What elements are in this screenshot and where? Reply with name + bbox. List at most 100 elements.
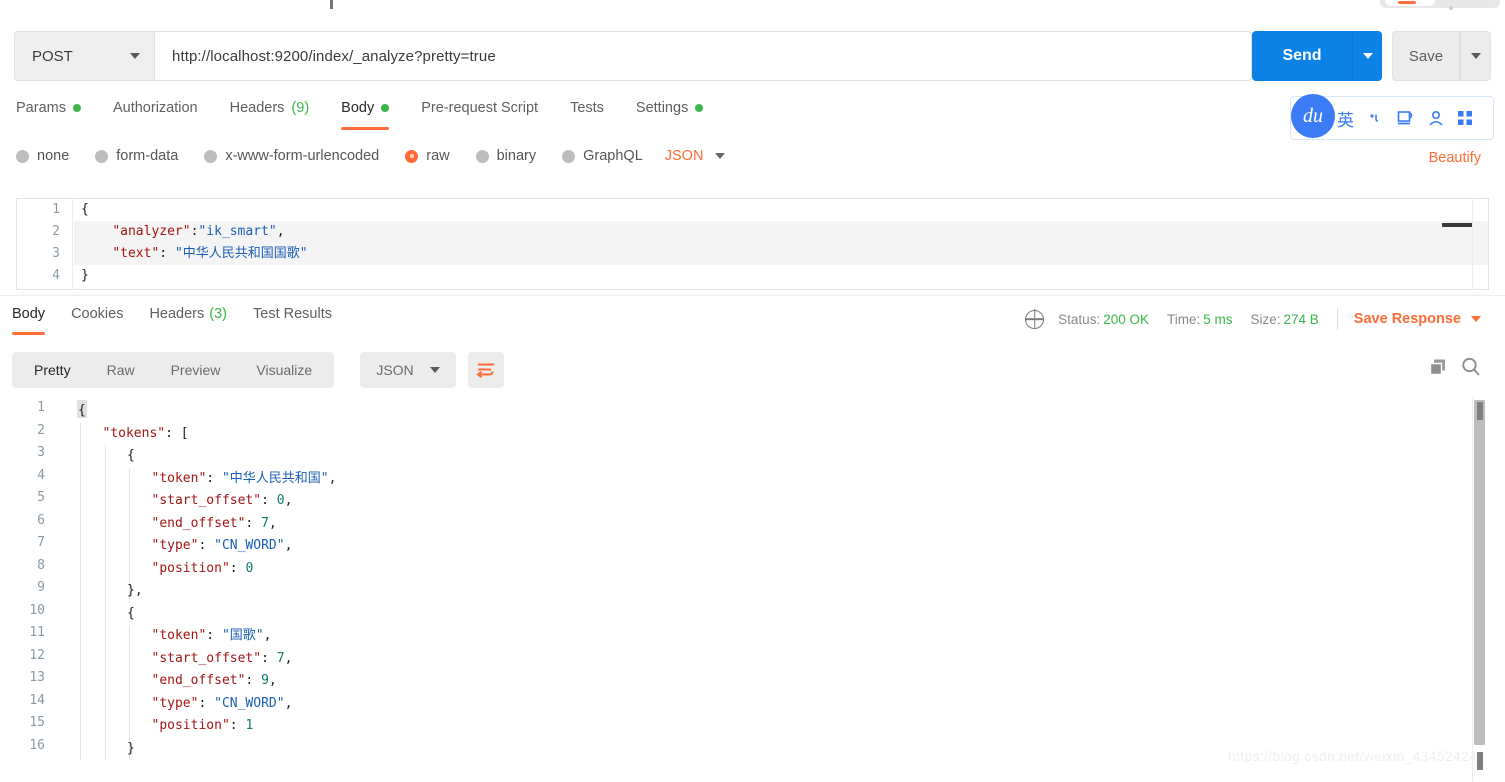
view-mode-visualize[interactable]: Visualize <box>238 356 330 384</box>
code-token: , <box>284 695 293 711</box>
code-token: "start_offset" <box>151 493 262 508</box>
size-label: Size: 274 B <box>1251 312 1319 327</box>
code-token: , <box>284 538 293 553</box>
request-tab-body[interactable]: Body <box>341 100 390 130</box>
text-cursor <box>330 0 333 9</box>
code-token: , <box>328 470 337 486</box>
response-tab-test-results[interactable]: Test Results <box>253 306 332 332</box>
baidu-translate-logo[interactable]: du <box>1291 94 1335 138</box>
body-type-raw[interactable]: raw <box>405 148 450 164</box>
code-token: : <box>198 695 215 711</box>
scrollbar-thumb-top[interactable] <box>1477 402 1483 420</box>
body-type-form-data[interactable]: form-data <box>95 148 178 164</box>
request-tab-tests[interactable]: Tests <box>570 100 604 126</box>
request-editor-gutter: 1 2 3 4 <box>17 199 73 289</box>
status-label: Status: 200 OK <box>1058 312 1149 327</box>
modified-indicator-dot <box>381 104 390 112</box>
line-number: 1 <box>52 202 60 217</box>
send-options-button[interactable] <box>1352 31 1382 81</box>
code-token: : <box>245 673 262 688</box>
copy-icon[interactable] <box>1428 357 1449 383</box>
size-label-text: Size: <box>1250 311 1281 327</box>
request-tab-authorization[interactable]: Authorization <box>113 100 198 126</box>
tab-count: (3) <box>209 306 227 322</box>
tab-label: Body <box>341 100 375 116</box>
active-tab-underline <box>341 127 390 130</box>
meta-divider <box>1336 308 1338 330</box>
response-scrollbar[interactable] <box>1474 400 1485 745</box>
line-number: 12 <box>29 647 45 663</box>
body-type-graphql[interactable]: GraphQL <box>562 148 643 164</box>
request-body-editor[interactable]: 1234 { "analyzer":"ik_smart", "text": "中… <box>16 198 1489 290</box>
code-token: "国歌" <box>221 628 264 643</box>
response-body-viewer[interactable]: 1 {2 "tokens": [3 {4 "token": "中华人民共和国", 5 "st… <box>0 398 1505 782</box>
search-icon[interactable] <box>1460 356 1482 383</box>
time-value: 5 ms <box>1203 311 1233 327</box>
word-wrap-button[interactable] <box>468 352 504 388</box>
person-icon[interactable] <box>1428 110 1444 127</box>
save-response-button[interactable]: Save Response <box>1354 311 1481 327</box>
editor-scrollbar[interactable] <box>1442 223 1472 227</box>
line-number: 7 <box>37 535 45 550</box>
code-token: : [ <box>165 425 189 441</box>
request-tab-headers[interactable]: Headers (9) <box>230 100 310 126</box>
save-button[interactable]: Save <box>1392 31 1460 81</box>
code-token: , <box>268 515 277 531</box>
scrollbar-thumb-bottom[interactable] <box>1477 752 1483 770</box>
http-method-select[interactable]: POST <box>14 31 154 81</box>
tab-label: Cookies <box>71 306 124 322</box>
code-line: "end_offset": 9, <box>152 670 277 693</box>
request-tab-pre-request-script[interactable]: Pre-request Script <box>421 100 538 126</box>
line-number: 4 <box>52 268 60 283</box>
response-tab-cookies[interactable]: Cookies <box>71 306 123 332</box>
line-number: 2 <box>37 422 45 438</box>
popup-dot <box>1449 6 1453 10</box>
code-line: "start_offset": 7, <box>152 648 293 671</box>
code-line: { <box>127 445 135 468</box>
view-mode-pretty[interactable]: Pretty <box>16 356 89 384</box>
code-token: , <box>268 673 277 688</box>
response-tab-headers[interactable]: Headers (3) <box>149 306 227 332</box>
save-options-button[interactable] <box>1460 31 1491 81</box>
code-token: "token" <box>151 470 207 486</box>
code-line: "position": 0 <box>152 558 254 581</box>
line-number: 11 <box>29 625 45 640</box>
send-button[interactable]: Send <box>1252 31 1352 81</box>
body-type-binary[interactable]: binary <box>475 148 536 164</box>
time-label: Time: 5 ms <box>1167 312 1233 327</box>
view-mode-raw[interactable]: Raw <box>89 356 153 384</box>
body-type-x-www-form-urlencoded[interactable]: x-www-form-urlencoded <box>204 148 379 164</box>
code-token: , <box>284 650 293 666</box>
code-token: "tokens" <box>102 425 166 441</box>
modified-indicator-dot <box>695 104 704 112</box>
line-number: 3 <box>37 445 45 460</box>
code-token: 1 <box>245 718 254 733</box>
line-number: 2 <box>52 224 60 239</box>
code-token: "ik_smart" <box>198 224 277 239</box>
tab-label: Headers <box>229 100 285 116</box>
line-number: 14 <box>29 692 45 708</box>
window-icon[interactable] <box>1397 110 1415 127</box>
response-format-label: JSON <box>376 362 414 378</box>
request-tab-params[interactable]: Params <box>16 100 81 126</box>
grid-icon[interactable] <box>1457 110 1473 126</box>
body-type-none[interactable]: none <box>16 148 69 164</box>
code-line: "text": "中华人民共和国国歌" <box>81 243 307 265</box>
voice-icon[interactable] <box>1367 110 1384 127</box>
line-number: 8 <box>37 557 45 573</box>
lang-icon[interactable]: 英 <box>1337 106 1354 131</box>
globe-icon <box>1025 309 1045 329</box>
code-token: 0 <box>245 560 254 576</box>
request-tab-settings[interactable]: Settings <box>635 100 704 126</box>
url-input[interactable]: http://localhost:9200/index/_analyze?pre… <box>154 31 1252 81</box>
raw-format-select[interactable]: JSON <box>665 148 726 164</box>
body-type-label: x-www-form-urlencoded <box>225 148 380 164</box>
beautify-link[interactable]: Beautify <box>1429 150 1481 166</box>
response-tab-body[interactable]: Body <box>12 306 46 335</box>
response-view-modes: Pretty Raw Preview Visualize <box>12 352 335 388</box>
tab-label: Settings <box>635 100 689 116</box>
response-format-select[interactable]: JSON <box>360 352 456 388</box>
view-mode-preview[interactable]: Preview <box>153 356 239 384</box>
code-token: "token" <box>151 628 207 643</box>
